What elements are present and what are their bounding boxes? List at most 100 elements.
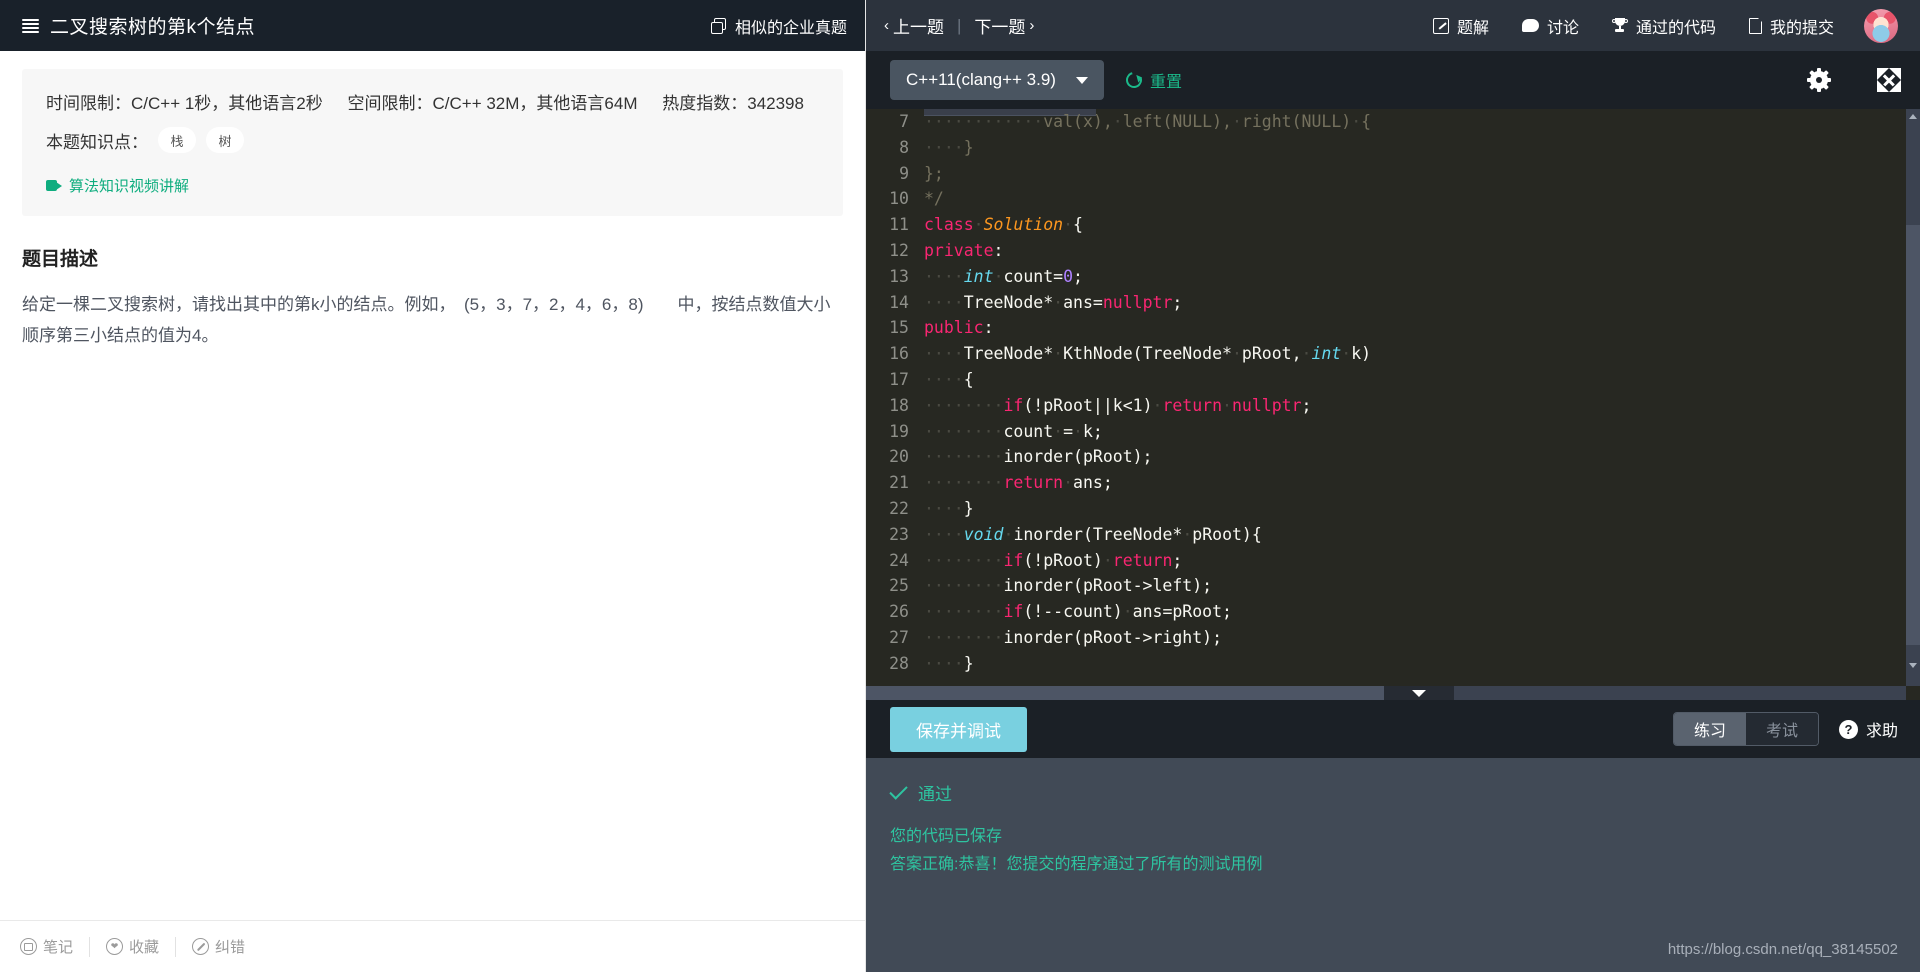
code-line[interactable]: 9}; <box>866 161 1906 187</box>
code-line[interactable]: 24 ········if(!pRoot)·return; <box>866 548 1906 574</box>
code-line[interactable]: 14 ····TreeNode*·ans=nullptr; <box>866 290 1906 316</box>
hamburger-menu-icon[interactable] <box>22 18 39 33</box>
solution-button[interactable]: 题解 <box>1432 14 1489 38</box>
problem-navigation: ‹ 上一题 | 下一题 › <box>884 13 1034 38</box>
line-number: 12 <box>889 240 909 260</box>
code-text: ········if(!pRoot)·return; <box>924 550 1183 570</box>
video-tutorial-link[interactable]: 算法知识视频讲解 <box>46 175 819 196</box>
similar-problems-link[interactable]: 相似的企业真题 <box>710 14 847 38</box>
favorite-button[interactable]: ❤ 收藏 <box>90 936 177 957</box>
editor-vertical-scrollbar[interactable] <box>1906 109 1920 686</box>
line-number: 26 <box>889 602 909 622</box>
code-line[interactable]: 20 ········inorder(pRoot); <box>866 444 1906 470</box>
space-limit: 空间限制：C/C++ 32M，其他语言64M <box>347 94 638 113</box>
code-line[interactable]: 7 ············val(x),·left(NULL),·right(N… <box>866 109 1906 135</box>
notes-button[interactable]: 笔记 <box>20 936 91 957</box>
editor-action-bar: 保存并调试 练习 考试 ? 求助 <box>866 700 1920 758</box>
problem-limits-line: 时间限制：C/C++ 1秒，其他语言2秒 空间限制：C/C++ 32M，其他语言… <box>46 89 819 114</box>
result-message-correct: 答案正确:恭喜！您提交的程序通过了所有的测试用例 <box>890 856 1263 873</box>
code-text: ········inorder(pRoot->left); <box>924 576 1213 596</box>
avatar[interactable] <box>1864 8 1898 43</box>
code-line[interactable]: 8 ····} <box>866 135 1906 161</box>
prev-problem-label: 上一题 <box>893 18 944 37</box>
heart-icon: ❤ <box>106 938 124 955</box>
help-button[interactable]: ? 求助 <box>1838 717 1898 741</box>
code-text: ····{ <box>924 369 974 389</box>
code-line[interactable]: 11 class·Solution·{ <box>866 212 1906 238</box>
edit-square-icon <box>1432 17 1449 34</box>
left-header-bar: 二叉搜索树的第k个结点 相似的企业真题 <box>0 0 865 51</box>
book-icon <box>20 938 37 955</box>
mode-exam-button[interactable]: 考试 <box>1745 713 1818 745</box>
settings-button[interactable] <box>1807 68 1831 92</box>
code-text: ····TreeNode*·ans=nullptr; <box>924 292 1183 312</box>
scroll-down-arrow-icon[interactable] <box>1906 658 1920 672</box>
code-editor[interactable]: 7 ············val(x),·left(NULL),·right(N… <box>866 109 1920 700</box>
code-line[interactable]: 19 ········count·=·k; <box>866 419 1906 445</box>
my-submissions-button[interactable]: 我的提交 <box>1748 14 1834 38</box>
language-select[interactable]: C++11(clang++ 3.9) <box>890 60 1104 100</box>
reset-label: 重置 <box>1149 74 1182 91</box>
my-submissions-label: 我的提交 <box>1769 19 1834 37</box>
report-error-button[interactable]: 纠错 <box>176 937 261 957</box>
code-line[interactable]: 21 ········return·ans; <box>866 470 1906 496</box>
editor-collapse-button[interactable] <box>1384 686 1454 700</box>
line-number: 10 <box>889 189 909 209</box>
code-line[interactable]: 26 ········if(!--count)·ans=pRoot; <box>866 599 1906 625</box>
fullscreen-button[interactable] <box>1877 68 1901 92</box>
discussion-label: 讨论 <box>1546 19 1579 37</box>
help-label: 求助 <box>1865 723 1898 740</box>
description-heading: 题目描述 <box>22 249 99 270</box>
vertical-scroll-thumb[interactable] <box>1906 225 1920 645</box>
knowledge-points-label: 本题知识点： <box>46 132 148 152</box>
code-line[interactable]: 28 ····} <box>866 651 1906 677</box>
prev-problem-button[interactable]: ‹ 上一题 <box>884 13 944 38</box>
language-select-value: C++11(clang++ 3.9) <box>906 70 1056 89</box>
code-line[interactable]: 25 ········inorder(pRoot->left); <box>866 573 1906 599</box>
check-mark-icon <box>889 781 908 800</box>
report-error-label: 纠错 <box>215 939 246 956</box>
code-line[interactable]: 13 ····int·count=0; <box>866 264 1906 290</box>
description-text: 给定一棵二叉搜索树，请找出其中的第k小的结点。例如， (5，3，7，2，4，6，… <box>22 295 831 346</box>
problem-info-card: 时间限制：C/C++ 1秒，其他语言2秒 空间限制：C/C++ 32M，其他语言… <box>22 69 843 216</box>
trophy-icon <box>1611 18 1628 33</box>
line-number: 28 <box>889 653 909 673</box>
gear-icon <box>1807 68 1831 92</box>
code-text: ····} <box>924 653 974 673</box>
discussion-button[interactable]: 讨论 <box>1521 14 1579 38</box>
code-line[interactable]: 27 ········inorder(pRoot->right); <box>866 625 1906 651</box>
code-line[interactable]: 12 private: <box>866 238 1906 264</box>
code-line[interactable]: 22 ····} <box>866 496 1906 522</box>
line-number: 13 <box>889 266 909 286</box>
code-scroll-viewport[interactable]: 7 ············val(x),·left(NULL),·right(N… <box>866 109 1906 686</box>
video-tutorial-label: 算法知识视频讲解 <box>69 178 190 195</box>
page-title: 二叉搜索树的第k个结点 <box>50 17 256 38</box>
save-and-debug-button[interactable]: 保存并调试 <box>890 706 1027 752</box>
horizontal-scroll-thumb[interactable] <box>866 686 1384 700</box>
next-problem-button[interactable]: 下一题 › <box>974 13 1034 38</box>
knowledge-chip-tree[interactable]: 树 <box>206 127 244 153</box>
knowledge-points-row: 本题知识点： 栈 树 <box>46 127 819 153</box>
reset-code-button[interactable]: 重置 <box>1123 68 1182 92</box>
code-line[interactable]: 16 ····TreeNode*·KthNode(TreeNode*·pRoot,… <box>866 341 1906 367</box>
accepted-code-button[interactable]: 通过的代码 <box>1611 14 1716 38</box>
scroll-up-arrow-icon[interactable] <box>1906 109 1920 123</box>
code-text: ····void·inorder(TreeNode*·pRoot){ <box>924 524 1262 544</box>
left-problem-pane: 二叉搜索树的第k个结点 相似的企业真题 时间限制：C/C++ 1秒，其他语言2秒… <box>0 0 866 972</box>
code-line[interactable]: 23 ····void·inorder(TreeNode*·pRoot){ <box>866 522 1906 548</box>
time-limit: 时间限制：C/C++ 1秒，其他语言2秒 <box>46 94 323 113</box>
chevron-right-icon: › <box>1029 17 1035 34</box>
line-number: 21 <box>889 473 909 493</box>
code-line[interactable]: 18 ········if(!pRoot||k<1)·return·nullptr… <box>866 393 1906 419</box>
notes-label: 笔记 <box>43 939 74 956</box>
code-text: ········if(!pRoot||k<1)·return·nullptr; <box>924 395 1312 415</box>
code-line[interactable]: 15 public: <box>866 315 1906 341</box>
line-number: 11 <box>889 215 909 235</box>
code-line[interactable]: 17 ····{ <box>866 367 1906 393</box>
knowledge-chip-stack[interactable]: 栈 <box>158 127 196 153</box>
mode-practice-button[interactable]: 练习 <box>1673 713 1746 745</box>
line-number: 27 <box>889 627 909 647</box>
code-text: ············val(x),·left(NULL),·right(NU… <box>924 112 1372 131</box>
line-number: 20 <box>889 447 909 467</box>
code-line[interactable]: 10 */ <box>866 186 1906 212</box>
